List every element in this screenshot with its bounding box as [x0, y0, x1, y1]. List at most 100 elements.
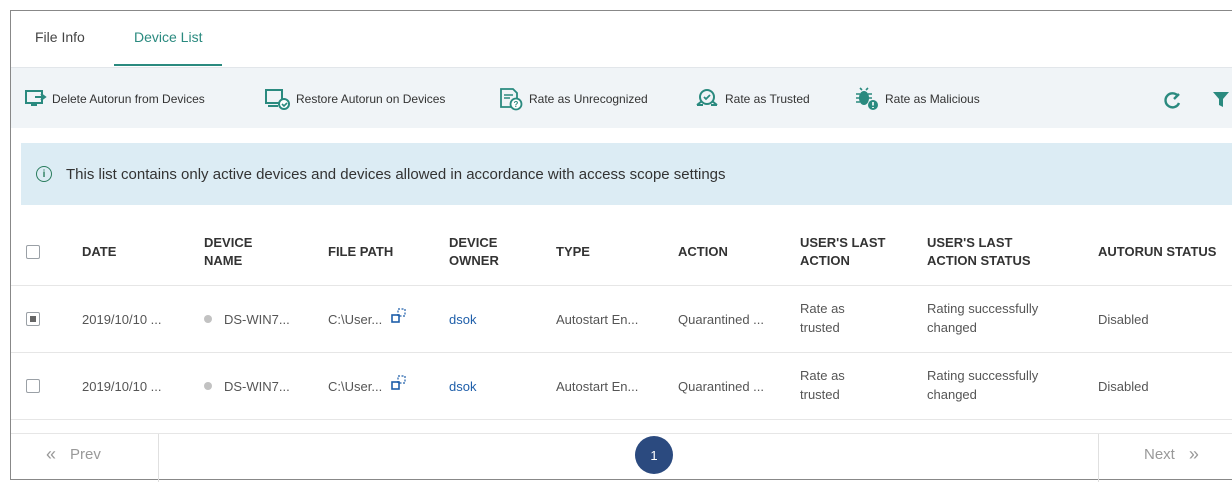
restore-autorun-label: Restore Autorun on Devices: [296, 92, 446, 106]
row-checkbox[interactable]: [26, 379, 40, 393]
checkbox-checked-mark: [30, 316, 36, 322]
header-last-status-line1: USER'S LAST: [927, 234, 1013, 250]
device-status-dot: [204, 382, 212, 390]
device-status-dot: [204, 315, 212, 323]
row-checkbox[interactable]: [26, 312, 40, 326]
monitor-restore-icon: [265, 89, 290, 110]
next-page-button[interactable]: Next »: [1144, 434, 1199, 474]
rate-unrecognized-label: Rate as Unrecognized: [529, 92, 648, 106]
rate-malicious-button[interactable]: Rate as Malicious: [854, 86, 980, 112]
refresh-button[interactable]: [1163, 90, 1183, 115]
users-last-action-status-text: Rating successfully changed: [927, 300, 1038, 338]
device-owner-link[interactable]: dsok: [449, 379, 476, 394]
header-device-name-label: DEVICE NAME: [204, 234, 252, 270]
info-banner-text: This list contains only active devices a…: [66, 165, 726, 183]
cell-device-name: DS-WIN7...: [204, 353, 290, 419]
refresh-icon: [1164, 92, 1181, 109]
header-date-label: DATE: [82, 243, 117, 259]
header-type-label: TYPE: [556, 243, 590, 259]
table-row[interactable]: 2019/10/10 ... DS-WIN7... C:\User... dso…: [11, 286, 1232, 353]
header-last-action-line1: USER'S LAST: [800, 234, 886, 250]
double-chevron-right-icon: »: [1188, 443, 1199, 464]
header-autorun-status-label: AUTORUN STATUS: [1098, 243, 1217, 259]
rate-unrecognized-button[interactable]: ? Rate as Unrecognized: [498, 86, 648, 112]
cell-file-path: C:\User...: [328, 286, 407, 352]
cell-autorun-status: Disabled: [1098, 311, 1149, 327]
table-header-row: DATE DEVICE NAME FILE PATH DEVICE OWNER TY…: [11, 219, 1232, 286]
next-label: Next: [1144, 445, 1175, 463]
header-device-name-line2: NAME: [204, 253, 243, 268]
last-action-line2: trusted: [800, 387, 840, 402]
header-device-owner-line1: DEVICE: [449, 234, 498, 250]
prev-page-button[interactable]: « Prev: [46, 434, 101, 474]
pager-divider: [158, 434, 159, 482]
header-users-last-action[interactable]: USER'S LAST ACTION: [800, 219, 885, 285]
delete-autorun-label: Delete Autorun from Devices: [52, 92, 205, 106]
device-list-panel: File Info Device List Delete Autorun fro…: [10, 10, 1232, 482]
last-status-line1: Rating successfully: [927, 368, 1039, 384]
restore-autorun-button[interactable]: Restore Autorun on Devices: [265, 86, 445, 112]
table-row[interactable]: 2019/10/10 ... DS-WIN7... C:\User... dso…: [11, 353, 1232, 420]
rate-malicious-label: Rate as Malicious: [885, 92, 980, 106]
header-device-owner-label: DEVICE OWNER: [449, 234, 499, 270]
header-last-status-line2: ACTION STATUS: [927, 253, 1031, 268]
cell-device-owner: dsok: [449, 286, 476, 352]
delete-autorun-button[interactable]: Delete Autorun from Devices: [25, 86, 205, 112]
header-select-all-cell: [26, 219, 40, 285]
pagination: « Prev 1 Next »: [11, 433, 1232, 482]
header-file-path-label: FILE PATH: [328, 243, 394, 259]
last-status-line2: changed: [927, 387, 977, 402]
header-device-name-line1: DEVICE: [204, 234, 253, 250]
copy-path-icon[interactable]: [391, 375, 407, 391]
cell-type: Autostart En...: [556, 378, 639, 394]
tab-bar: File Info Device List: [21, 11, 1221, 66]
cell-device-owner: dsok: [449, 353, 476, 419]
cell-autorun-status: Disabled: [1098, 378, 1149, 394]
header-device-owner-line2: OWNER: [449, 253, 499, 268]
cell-users-last-action-status: Rating successfully changed: [927, 353, 1038, 419]
file-path-text: C:\User...: [328, 311, 383, 327]
header-date[interactable]: DATE: [82, 219, 116, 285]
file-path-text: C:\User...: [328, 378, 383, 394]
cell-date: 2019/10/10 ...: [82, 311, 162, 327]
cell-action: Quarantined ...: [678, 311, 764, 327]
filter-button[interactable]: [1212, 90, 1230, 115]
cell-users-last-action: Rate as trusted: [800, 286, 845, 352]
header-device-name[interactable]: DEVICE NAME: [204, 219, 252, 285]
tab-device-list-label: Device List: [134, 29, 203, 45]
header-users-last-action-label: USER'S LAST ACTION: [800, 234, 885, 270]
cell-users-last-action-status: Rating successfully changed: [927, 286, 1038, 352]
info-banner: i This list contains only active devices…: [21, 143, 1232, 205]
tab-device-list[interactable]: Device List: [114, 11, 223, 66]
device-owner-link[interactable]: dsok: [449, 312, 476, 327]
trusted-badge-icon: [696, 89, 718, 106]
page-button-current[interactable]: 1: [635, 436, 673, 474]
users-last-action-text: Rate as trusted: [800, 300, 845, 338]
last-status-line2: changed: [927, 320, 977, 335]
svg-text:?: ?: [514, 100, 519, 109]
header-users-last-action-status-label: USER'S LAST ACTION STATUS: [927, 234, 1031, 270]
header-users-last-action-status[interactable]: USER'S LAST ACTION STATUS: [927, 219, 1031, 285]
header-action[interactable]: ACTION: [678, 219, 728, 285]
header-type[interactable]: TYPE: [556, 219, 590, 285]
header-action-label: ACTION: [678, 243, 728, 259]
copy-path-icon[interactable]: [391, 308, 407, 324]
header-file-path[interactable]: FILE PATH: [328, 219, 393, 285]
monitor-delete-icon: [25, 90, 47, 106]
device-name-text: DS-WIN7...: [224, 311, 290, 327]
cell-date: 2019/10/10 ...: [82, 378, 162, 394]
double-chevron-left-icon: «: [46, 443, 57, 464]
cell-type: Autostart En...: [556, 311, 639, 327]
pager-divider: [1098, 434, 1099, 482]
row-select-cell: [26, 353, 40, 419]
last-action-line2: trusted: [800, 320, 840, 335]
info-icon: i: [36, 166, 52, 182]
last-status-line1: Rating successfully: [927, 301, 1039, 317]
header-autorun-status[interactable]: AUTORUN STATUS: [1098, 219, 1216, 285]
select-all-checkbox[interactable]: [26, 245, 40, 259]
cell-file-path: C:\User...: [328, 353, 407, 419]
header-device-owner[interactable]: DEVICE OWNER: [449, 219, 499, 285]
rate-trusted-button[interactable]: Rate as Trusted: [694, 86, 810, 112]
tab-file-info[interactable]: File Info: [35, 11, 85, 66]
header-last-action-line2: ACTION: [800, 253, 850, 268]
